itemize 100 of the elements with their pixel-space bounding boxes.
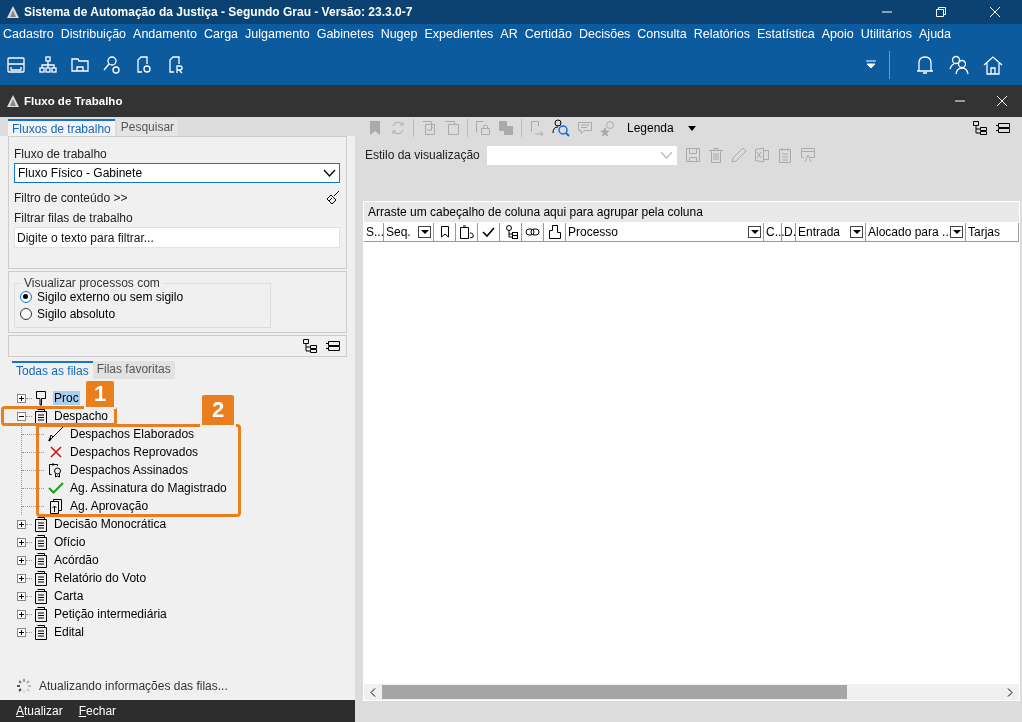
filter-input[interactable]: Digite o texto para filtrar... (14, 227, 340, 248)
workflow-select[interactable]: Fluxo Físico - Gabinete (14, 163, 340, 183)
tree-item[interactable]: Ag. Aprovação (69, 499, 150, 513)
tab[interactable]: Pesquisar (116, 119, 179, 136)
hierarchy-icon[interactable] (38, 54, 58, 75)
collapse-icon[interactable] (17, 411, 26, 421)
menu-item[interactable]: Julgamento (245, 27, 310, 41)
radio-option[interactable]: Sigilo absoluto (20, 307, 265, 321)
menu-item[interactable]: Apoio (821, 27, 854, 41)
panel-title: Fluxo de Trabalho (24, 95, 123, 107)
tree-item[interactable]: Decisão Monocrática (53, 517, 168, 531)
column-header[interactable]: C... (764, 223, 782, 241)
document-icon[interactable] (134, 54, 154, 75)
expand-icon[interactable] (17, 609, 26, 619)
tree-item[interactable]: Carta (53, 589, 85, 603)
menu-item[interactable]: AR (500, 27, 518, 41)
menu-item[interactable]: Certidão (524, 27, 572, 41)
tree-item[interactable]: Despachos Elaborados (69, 427, 196, 441)
bell-icon[interactable] (914, 53, 936, 76)
expand-icon[interactable] (17, 519, 26, 529)
loading-spinner-icon (16, 678, 32, 694)
tree-item[interactable]: Edital (53, 625, 86, 639)
star-user-icon[interactable] (600, 120, 616, 136)
menu-item[interactable]: Ajuda (919, 27, 951, 41)
scroll-right-icon[interactable] (1007, 687, 1013, 697)
dropdown-icon[interactable] (865, 58, 877, 71)
callout-number: 2 (200, 393, 236, 427)
expand-icon[interactable] (17, 555, 26, 565)
filter-dropdown-icon[interactable] (418, 226, 431, 238)
tree-view-icon[interactable] (972, 120, 988, 136)
menu-item[interactable]: Carga (204, 27, 239, 41)
certificate-icon (48, 462, 64, 478)
filter-dropdown-icon[interactable] (748, 226, 761, 238)
menu-item[interactable]: Gabinetes (316, 27, 374, 41)
users-icon[interactable] (948, 53, 970, 76)
tree-item[interactable]: Proc (53, 391, 80, 405)
expand-icon[interactable] (17, 393, 26, 403)
clipboard-icon (34, 534, 48, 550)
radio-option[interactable]: Sigilo externo ou sem sigilo (20, 290, 265, 304)
tree-item[interactable]: Relatório do Voto (53, 571, 148, 585)
search-gear-icon[interactable] (102, 54, 122, 75)
clipboard-icon (34, 570, 48, 586)
menu-item[interactable]: Cadastro (3, 27, 54, 41)
content-filter-link[interactable]: Filtro de conteúdo >> (14, 190, 128, 205)
logo-icon (6, 5, 20, 19)
brush-icon[interactable] (326, 190, 340, 205)
column-header[interactable]: Tarjas (966, 223, 1019, 241)
tree-item[interactable]: Ag. Assinatura do Magistrado (69, 481, 228, 495)
menu-item[interactable]: Expedientes (424, 27, 494, 41)
caret-icon[interactable] (687, 125, 696, 131)
column-header[interactable]: Entrada (796, 223, 866, 241)
drawer-icon[interactable] (6, 54, 26, 75)
tree-item[interactable]: Despachos Reprovados (69, 445, 200, 459)
clipboard-icon (34, 408, 48, 424)
tree-view-icon[interactable] (302, 338, 318, 354)
tree-item[interactable]: Despacho (53, 409, 110, 423)
tree-item[interactable]: Despachos Assinados (69, 463, 190, 477)
tree-item[interactable]: Petição intermediária (53, 607, 168, 621)
close-icon[interactable] (996, 95, 1008, 107)
menu-item[interactable]: Nugep (380, 27, 418, 41)
chevron-down-icon (323, 169, 336, 177)
group-hint: Arraste um cabeçalho de coluna aqui para agrupar pela coluna (368, 205, 703, 219)
menu-item[interactable]: Andamento (133, 27, 197, 41)
list-view-icon[interactable] (995, 120, 1011, 136)
filter-dropdown-icon[interactable] (850, 226, 863, 238)
filter-dropdown-icon[interactable] (950, 226, 963, 238)
document-icon (548, 225, 561, 239)
expand-icon[interactable] (17, 573, 26, 583)
tree-item[interactable]: Acórdão (53, 553, 100, 567)
menu-item[interactable]: Relatórios (693, 27, 750, 41)
document-icon[interactable] (166, 54, 186, 75)
restore-icon[interactable] (935, 6, 947, 18)
user-search-icon[interactable] (552, 119, 570, 137)
list-view-icon[interactable] (325, 338, 341, 354)
menu-item[interactable]: Utilitários (860, 27, 913, 41)
bookmark-icon (439, 226, 450, 238)
tab[interactable]: Fluxos de trabalho (8, 119, 115, 136)
column-header[interactable]: S... (364, 223, 384, 241)
column-header[interactable]: Processo (566, 223, 764, 241)
tree-item[interactable]: Ofício (53, 535, 87, 549)
scroll-thumb[interactable] (382, 685, 847, 699)
expand-icon[interactable] (17, 537, 26, 547)
checked-copy-icon[interactable] (421, 120, 437, 136)
callout-number: 1 (84, 379, 116, 409)
menu-item[interactable]: Distribuição (60, 27, 127, 41)
expand-icon[interactable] (17, 591, 26, 601)
horizontal-scrollbar[interactable] (364, 684, 1019, 700)
action-button[interactable]: Atualizar (10, 702, 69, 720)
menu-item[interactable]: Estatística (756, 27, 815, 41)
column-header[interactable] (522, 223, 544, 241)
menu-item[interactable]: Consulta (637, 27, 687, 41)
legend-dropdown[interactable]: Legenda (627, 121, 674, 135)
column-header[interactable]: Seq. (384, 223, 434, 241)
tab[interactable]: Filas favoritas (92, 361, 175, 379)
scroll-left-icon[interactable] (370, 687, 376, 697)
close-icon[interactable] (989, 6, 1001, 18)
menu-item[interactable]: Decisões (578, 27, 631, 41)
action-button[interactable]: Fechar (72, 702, 123, 720)
column-header[interactable]: Alocado para ... (866, 223, 966, 241)
expand-icon[interactable] (17, 627, 26, 637)
